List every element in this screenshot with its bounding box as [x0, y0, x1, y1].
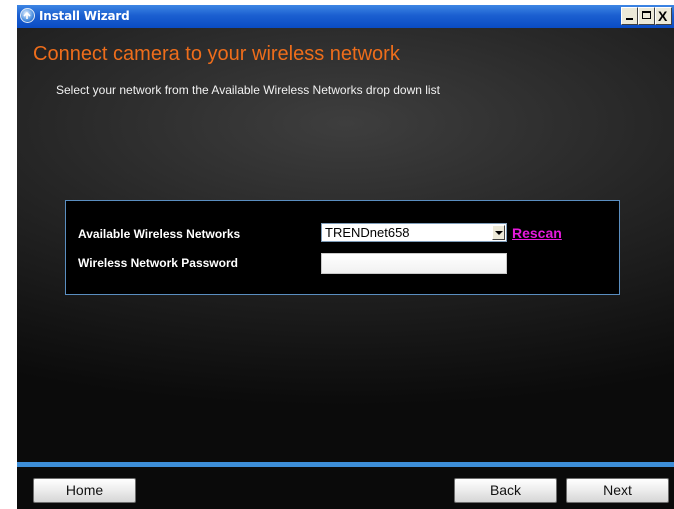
network-select-value: TRENDnet658 — [325, 225, 410, 240]
minimize-icon — [626, 18, 633, 20]
network-select-label: Available Wireless Networks — [78, 227, 241, 241]
wizard-footer: Home Back Next — [17, 467, 674, 509]
window-title: Install Wizard — [39, 9, 130, 23]
install-wizard-window: Install Wizard X Connect camera to your … — [17, 5, 674, 509]
rescan-link[interactable]: Rescan — [512, 225, 562, 241]
chevron-down-icon[interactable] — [492, 225, 505, 240]
close-button[interactable]: X — [655, 7, 672, 25]
page-title: Connect camera to your wireless network — [33, 43, 400, 65]
maximize-button[interactable] — [638, 7, 655, 25]
minimize-button[interactable] — [621, 7, 638, 25]
password-label: Wireless Network Password — [78, 256, 238, 270]
title-bar[interactable]: Install Wizard X — [17, 5, 674, 28]
maximize-icon — [642, 11, 651, 19]
close-icon: X — [658, 8, 668, 24]
home-button[interactable]: Home — [33, 478, 136, 503]
back-button[interactable]: Back — [454, 478, 557, 503]
password-field[interactable] — [321, 253, 507, 274]
page-instructions: Select your network from the Available W… — [56, 83, 440, 97]
network-select[interactable]: TRENDnet658 — [321, 223, 507, 242]
network-settings-panel: Available Wireless Networks TRENDnet658 … — [65, 200, 620, 295]
wizard-content: Connect camera to your wireless network … — [17, 28, 674, 462]
next-button[interactable]: Next — [566, 478, 669, 503]
install-wizard-icon — [20, 8, 35, 23]
